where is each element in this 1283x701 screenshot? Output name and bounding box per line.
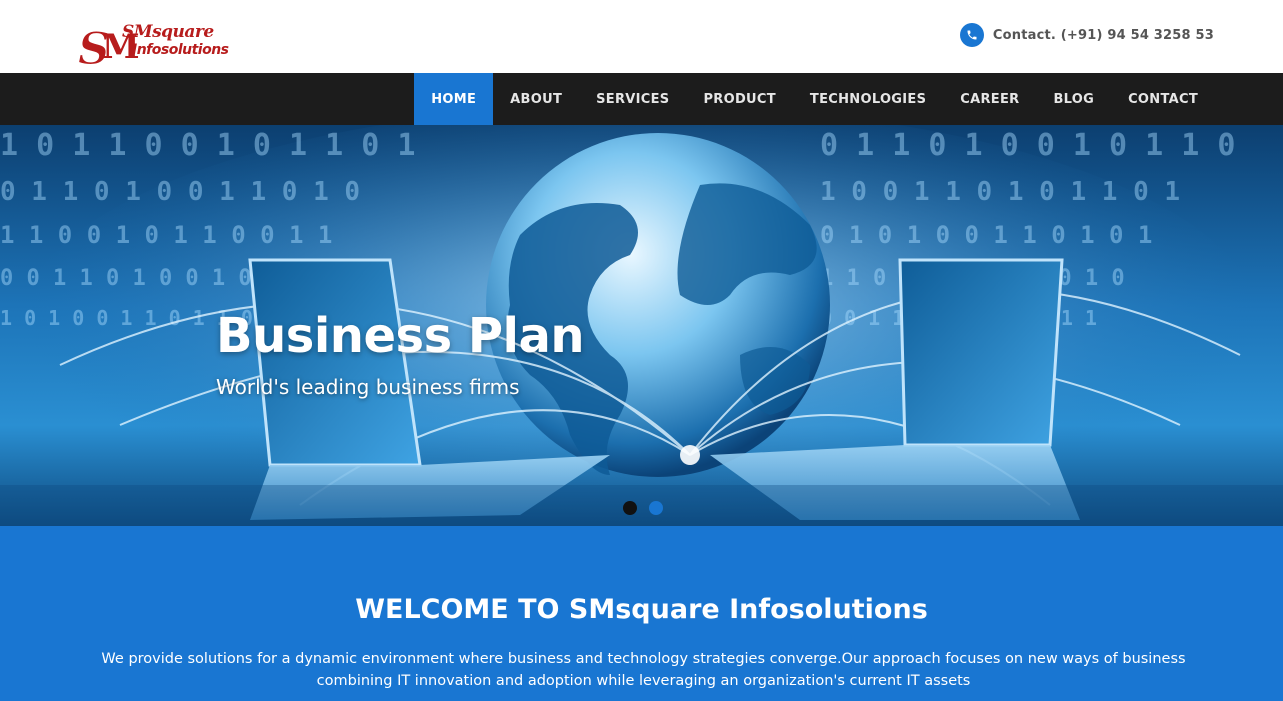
main-navbar: HOME ABOUT SERVICES PRODUCT TECHNOLOGIES… [0,73,1283,125]
phone-icon [959,23,984,47]
svg-text:0 1 1 0 1 0 0 1 0 1 1 0: 0 1 1 0 1 0 0 1 0 1 1 0 [820,128,1235,163]
nav-item-contact[interactable]: CONTACT [1111,73,1215,125]
nav-item-product[interactable]: PRODUCT [686,73,792,125]
hero-subtitle: World's leading business firms [216,375,520,399]
hero-slider: 1 0 1 1 0 0 1 0 1 1 0 1 0 1 1 0 1 0 0 1 … [0,125,1283,526]
welcome-heading: WELCOME TO SMsquare Infosolutions [355,594,928,625]
nav-item-home[interactable]: HOME [414,73,494,125]
nav-item-about[interactable]: ABOUT [493,73,579,125]
svg-text:1 1 0 0 1 0 1 1 0 0 1 1: 1 1 0 0 1 0 1 1 0 0 1 1 [0,221,332,249]
svg-text:1 0 1 1 0 0 1 0 1 1 0 1: 1 0 1 1 0 0 1 0 1 1 0 1 [0,128,415,163]
contact-phone-text: Contact. (+91) 94 54 3258 53 [992,27,1214,43]
nav-item-blog[interactable]: BLOG [1036,73,1111,125]
nav-item-career[interactable]: CAREER [943,73,1036,125]
nav-item-services[interactable]: SERVICES [579,73,686,125]
logo-text-square: SMsquare [122,22,214,42]
logo-text-infosolutions: Infosolutions [132,42,229,58]
header-contact[interactable]: Contact. (+91) 94 54 3258 53 [959,23,1214,47]
svg-text:0 1 0 1 0 0 1 1 0 1 0 1: 0 1 0 1 0 0 1 1 0 1 0 1 [820,221,1152,249]
nav-menu: HOME ABOUT SERVICES PRODUCT TECHNOLOGIES… [414,73,1215,125]
slider-dot-2[interactable] [649,501,663,515]
nav-item-technologies[interactable]: TECHNOLOGIES [793,73,943,125]
slider-dot-1[interactable] [623,501,637,515]
company-logo[interactable]: S M SMsquare Infosolutions [78,20,268,76]
svg-text:0 1 1 0 1 0 0 1 1 0 1 0: 0 1 1 0 1 0 0 1 1 0 1 0 [0,177,360,207]
svg-text:1 0 0 1 1 0 1 0 1 1 0 1: 1 0 0 1 1 0 1 0 1 1 0 1 [820,177,1180,207]
welcome-description: We provide solutions for a dynamic envir… [101,651,1186,689]
hero-background-image: 1 0 1 1 0 0 1 0 1 1 0 1 0 1 1 0 1 0 0 1 … [0,125,1283,526]
welcome-section: WELCOME TO SMsquare Infosolutions We pro… [0,526,1283,701]
hero-title: Business Plan [216,308,585,364]
slider-pagination [623,501,663,515]
top-header: S M SMsquare Infosolutions Contact. (+91… [0,0,1283,76]
